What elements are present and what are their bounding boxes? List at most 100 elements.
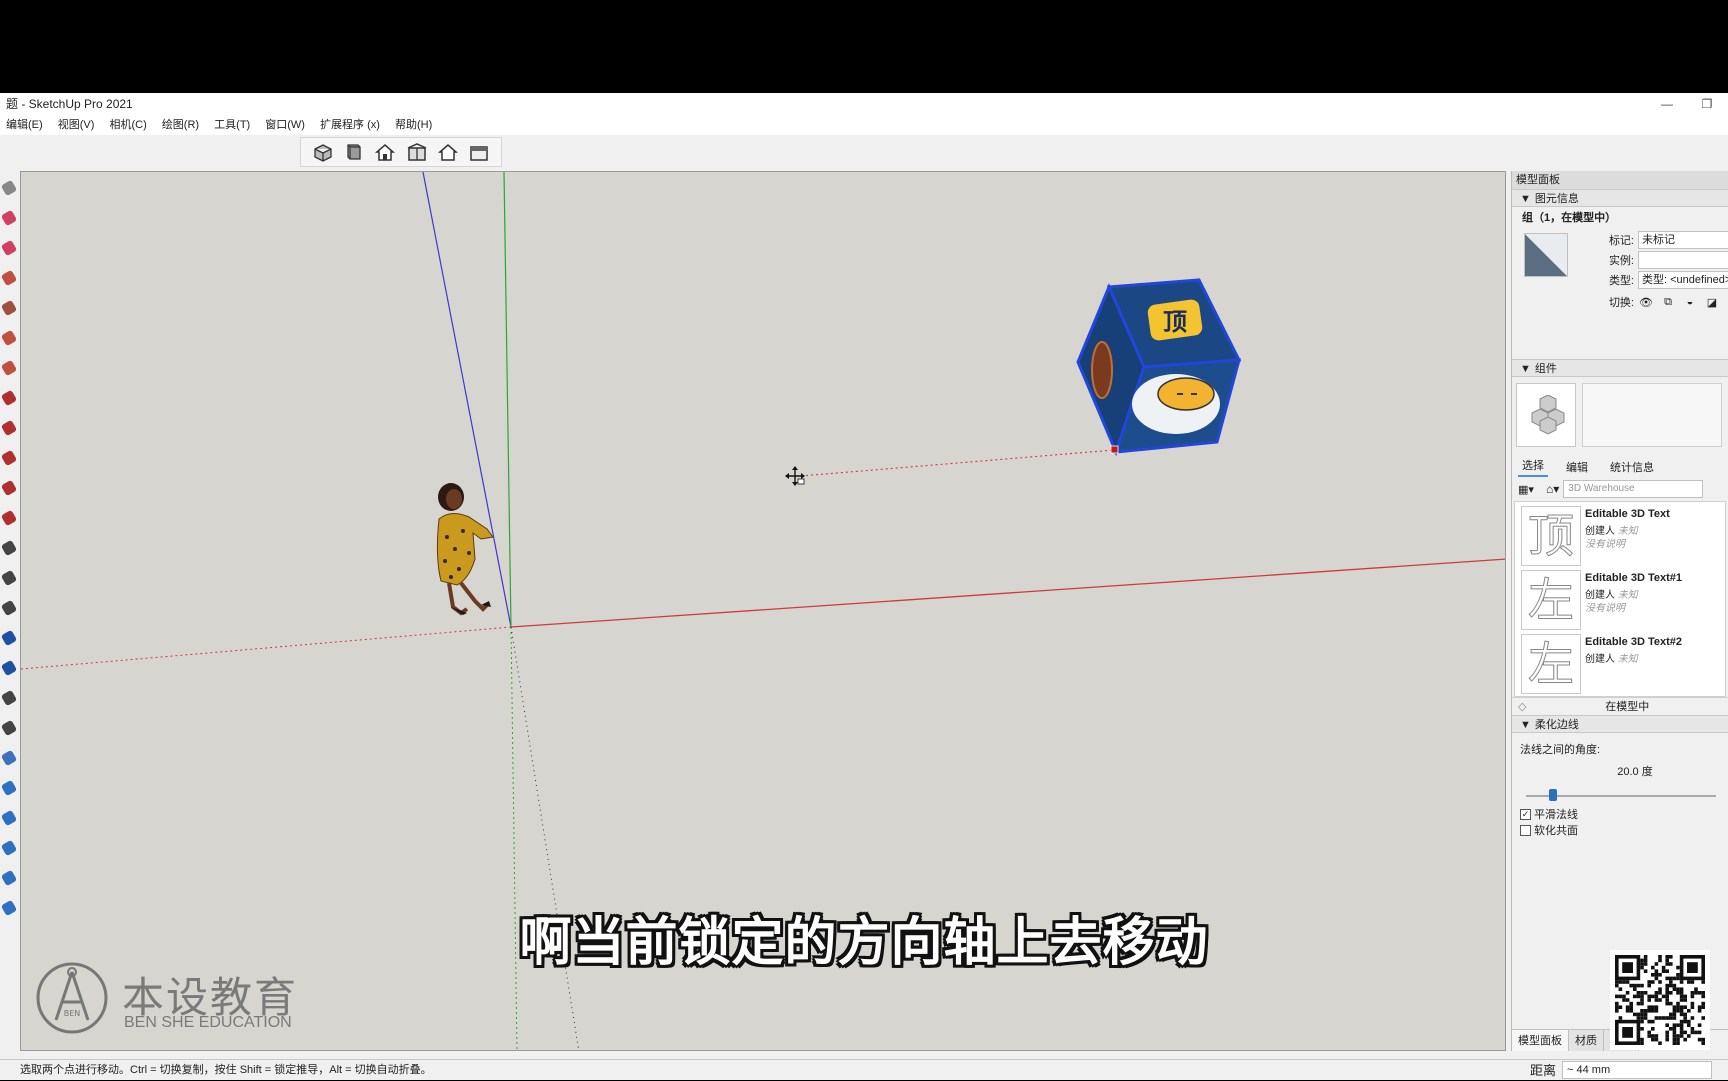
components-search-row: ▦▾ ⌂▾ 3D Warehouse	[1512, 477, 1728, 501]
orbit-icon[interactable]	[0, 773, 18, 803]
slider-knob[interactable]	[1548, 789, 1557, 801]
tab-select[interactable]: 选择	[1518, 457, 1548, 477]
measure-input[interactable]: ~ 44 mm	[1562, 1061, 1713, 1079]
tab-statistics[interactable]: 统计信息	[1606, 459, 1658, 477]
scale-icon[interactable]	[0, 533, 18, 563]
entity-info-header[interactable]: ▼ 图元信息	[1512, 189, 1728, 207]
pan-icon[interactable]	[0, 803, 18, 833]
list-item[interactable]: 顶 Editable 3D Text 创建人 未知 没有说明	[1519, 502, 1725, 566]
menu-view[interactable]: 视图(V)	[52, 115, 101, 135]
top-view-icon[interactable]	[341, 140, 367, 164]
polygon-icon[interactable]	[0, 353, 18, 383]
instance-input[interactable]	[1638, 251, 1728, 269]
iso-view-icon[interactable]	[310, 140, 336, 164]
component-desc: 没有说明	[1585, 603, 1625, 614]
minimize-button[interactable]: —	[1652, 93, 1682, 115]
component-title: Editable 3D Text#2	[1585, 636, 1682, 648]
offset-icon[interactable]	[0, 413, 18, 443]
checkbox-checked[interactable]: ✓	[1520, 808, 1531, 820]
tag-label: 标记:	[1608, 235, 1634, 247]
tab-edit[interactable]: 编辑	[1562, 459, 1592, 477]
measure-label: 距离	[1530, 1063, 1557, 1078]
checkbox-unchecked[interactable]	[1520, 824, 1531, 836]
component-list: 顶 Editable 3D Text 创建人 未知 没有说明 左 Editabl…	[1514, 501, 1726, 697]
cast-shadows-icon[interactable]: ◪	[1704, 294, 1720, 310]
rectangle-icon[interactable]	[0, 293, 18, 323]
video-frame: 题 - SketchUp Pro 2021 — ❐ 编辑(E) 视图(V) 相机…	[0, 0, 1728, 1080]
view-options-icon[interactable]: ▦▾	[1518, 483, 1542, 496]
axes-icon[interactable]	[0, 683, 18, 713]
protractor-icon[interactable]	[0, 623, 18, 653]
soften-edges-header[interactable]: ▼ 柔化边线	[1512, 715, 1728, 733]
3d-text-icon[interactable]	[0, 713, 18, 743]
scale-figure	[436, 483, 494, 616]
component-description-box	[1582, 383, 1722, 447]
in-model-label: 在模型中	[1605, 701, 1650, 713]
follow-me-icon[interactable]	[0, 443, 18, 473]
blue-axis-negative	[510, 626, 580, 1050]
components-title: 组件	[1534, 363, 1557, 375]
window-title: 题 - SketchUp Pro 2021	[6, 97, 133, 111]
soften-edges-title: 柔化边线	[1534, 719, 1579, 731]
move-icon[interactable]	[0, 473, 18, 503]
zoom-extents-icon[interactable]	[0, 863, 18, 893]
tray-title: 模型面板	[1512, 171, 1728, 189]
visibility-icon[interactable]: 👁	[1638, 294, 1654, 310]
instance-label: 实例:	[1608, 255, 1634, 267]
brand-logo-icon: BEN	[36, 962, 108, 1034]
front-view-icon[interactable]	[372, 140, 398, 164]
eraser-icon[interactable]	[0, 203, 18, 233]
menu-help[interactable]: 帮助(H)	[389, 115, 438, 135]
menu-extensions[interactable]: 扩展程序 (x)	[314, 115, 386, 135]
arc-icon[interactable]	[0, 263, 18, 293]
list-item[interactable]: 左 Editable 3D Text#2 创建人 未知	[1519, 630, 1725, 694]
tape-measure-icon[interactable]	[0, 563, 18, 593]
tray-tab-materials[interactable]: 材质	[1569, 1030, 1604, 1051]
menu-edit[interactable]: 编辑(E)	[0, 115, 49, 135]
menu-draw[interactable]: 绘图(R)	[156, 115, 205, 135]
component-title: Editable 3D Text#1	[1585, 572, 1682, 584]
paint-bucket-icon[interactable]	[0, 743, 18, 773]
menu-bar: 编辑(E) 视图(V) 相机(C) 绘图(R) 工具(T) 窗口(W) 扩展程序…	[0, 115, 1728, 135]
entity-info-title: 图元信息	[1534, 193, 1579, 205]
tag-select[interactable]: 未标记	[1638, 231, 1728, 249]
zoom-icon[interactable]	[0, 833, 18, 863]
component-boxes-icon	[1531, 395, 1565, 435]
circle-icon[interactable]	[0, 323, 18, 353]
soften-coplanar-checkbox[interactable]: 软化共面	[1512, 823, 1728, 837]
home-icon[interactable]: ⌂▾	[1546, 482, 1559, 496]
warehouse-search-input[interactable]: 3D Warehouse	[1563, 480, 1704, 498]
back-view-icon[interactable]	[435, 140, 461, 164]
material-swatch[interactable]	[1524, 233, 1568, 277]
tray-tab-default[interactable]: 模型面板	[1512, 1030, 1569, 1051]
right-view-icon[interactable]	[404, 140, 430, 164]
list-item[interactable]: 左 Editable 3D Text#1 创建人 未知 没有说明	[1519, 566, 1725, 630]
lock-icon[interactable]: ⧉	[1660, 294, 1676, 310]
components-preview	[1512, 377, 1728, 455]
push-pull-icon[interactable]	[0, 383, 18, 413]
components-tabs: 选择 编辑 统计信息	[1512, 455, 1728, 477]
menu-camera[interactable]: 相机(C)	[103, 115, 152, 135]
cube-left-emblem	[1091, 341, 1113, 399]
type-select[interactable]: 类型: <undefined>	[1638, 271, 1728, 289]
angle-slider[interactable]	[1526, 785, 1718, 805]
entity-name: 组（1，在模型中）	[1522, 212, 1617, 224]
text-icon[interactable]	[0, 653, 18, 683]
toggle-label: 切换:	[1608, 297, 1634, 309]
menu-tools[interactable]: 工具(T)	[208, 115, 256, 135]
left-view-icon[interactable]	[466, 140, 492, 164]
restore-button[interactable]: ❐	[1692, 93, 1722, 115]
soften-coplanar-label: 软化共面	[1534, 825, 1578, 837]
smooth-normals-checkbox[interactable]: ✓ 平滑法线	[1512, 807, 1728, 821]
green-axis	[503, 172, 512, 628]
rotate-icon[interactable]	[0, 503, 18, 533]
type-row: 类型: 类型: <undefined>	[1598, 271, 1728, 289]
menu-window[interactable]: 窗口(W)	[259, 115, 311, 135]
components-header[interactable]: ▼ 组件	[1512, 359, 1728, 377]
select-icon[interactable]	[0, 173, 18, 203]
dimension-icon[interactable]	[0, 593, 18, 623]
status-text: 选取两个点进行移动。Ctrl = 切换复制，按住 Shift = 锁定推导，Al…	[20, 1064, 432, 1076]
back-icon[interactable]: ◇	[1518, 698, 1526, 716]
receive-shadows-icon[interactable]: ◒	[1682, 294, 1698, 310]
line-icon[interactable]	[0, 233, 18, 263]
